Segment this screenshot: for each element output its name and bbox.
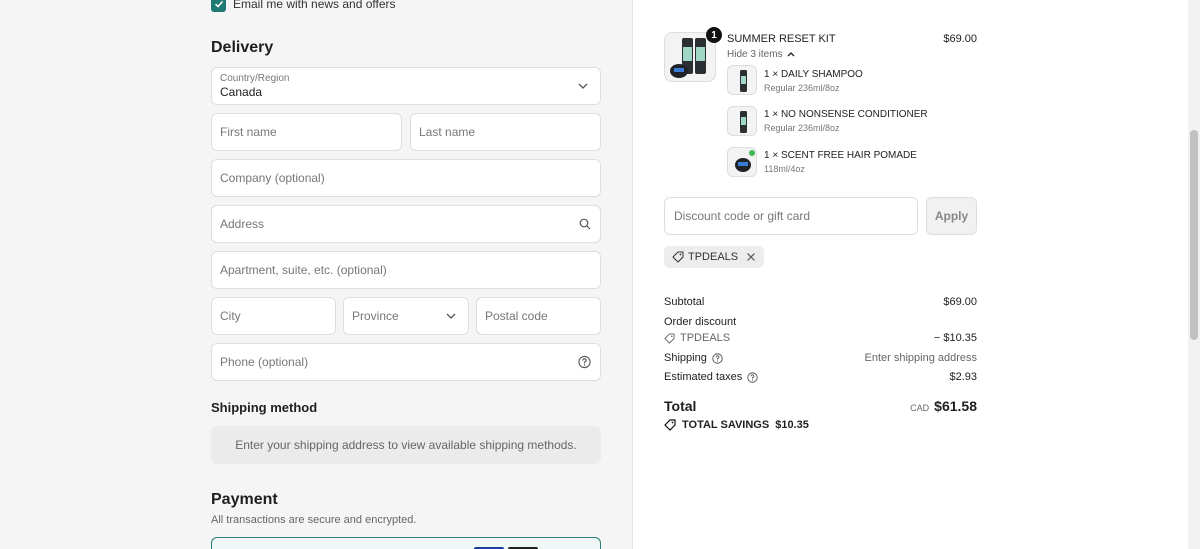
conditioner-bottle-icon — [740, 111, 747, 133]
discount-code-label: TPDEALS — [680, 332, 731, 344]
help-circle-icon[interactable] — [578, 355, 591, 369]
delivery-title: Delivery — [211, 39, 274, 56]
pomade-jar-icon — [735, 150, 755, 172]
item-title: 1 × DAILY SHAMPOO — [764, 69, 863, 80]
product-image: 1 — [664, 27, 722, 82]
item-title: 1 × SCENT FREE HAIR POMADE — [764, 150, 917, 161]
tag-icon — [672, 251, 684, 263]
item-variant: Regular 236ml/8oz — [764, 83, 840, 93]
shipping-method-title: Shipping method — [211, 400, 318, 415]
applied-discount-tag: TPDEALS — [664, 246, 765, 268]
address-input[interactable] — [220, 217, 592, 231]
chevron-down-icon — [578, 83, 588, 89]
country-value: Canada — [220, 85, 263, 99]
subtotal-label: Subtotal — [664, 296, 705, 308]
scrollbar[interactable] — [1188, 0, 1200, 549]
province-select[interactable]: Province — [343, 297, 469, 335]
tag-icon — [664, 419, 676, 431]
checkout-form-pane: Email me with news and offers Delivery C… — [0, 0, 633, 549]
discount-code-row: TPDEALS — [664, 332, 730, 344]
order-discount-label: Order discount — [664, 316, 737, 328]
scrollbar-thumb[interactable] — [1190, 130, 1198, 340]
total-value: $61.58 — [934, 398, 977, 414]
shampoo-bottle-icon — [740, 70, 747, 92]
shipping-row: Shipping — [664, 352, 723, 364]
savings-value: $10.35 — [775, 419, 809, 431]
total-label: Total — [664, 398, 697, 414]
item-title: 1 × NO NONSENSE CONDITIONER — [764, 109, 928, 120]
discount-code-input[interactable] — [674, 209, 908, 223]
newsletter-row[interactable]: Email me with news and offers — [211, 0, 396, 14]
pomade-image — [727, 147, 757, 177]
savings-label: TOTAL SAVINGS — [682, 419, 770, 431]
first-name-field[interactable] — [211, 113, 402, 151]
hide-items-label: Hide 3 items — [727, 49, 783, 60]
item-variant: 118ml/4oz — [764, 164, 805, 174]
country-label: Country/Region — [220, 73, 290, 84]
chevron-up-icon — [787, 52, 795, 57]
last-name-input[interactable] — [419, 125, 592, 139]
address-field[interactable] — [211, 205, 601, 243]
discount-code-field[interactable] — [664, 197, 918, 235]
phone-input[interactable] — [220, 355, 592, 369]
help-circle-icon[interactable] — [747, 371, 758, 383]
company-input[interactable] — [220, 171, 592, 185]
shipping-method-message: Enter your shipping address to view avai… — [211, 426, 601, 464]
city-input[interactable] — [220, 309, 327, 323]
search-icon — [579, 218, 591, 230]
product-price: $69.00 — [943, 33, 977, 45]
country-select[interactable]: Country/Region Canada — [211, 67, 601, 105]
help-circle-icon[interactable] — [712, 352, 723, 364]
phone-field[interactable] — [211, 343, 601, 381]
postal-code-input[interactable] — [485, 309, 592, 323]
remove-discount-icon[interactable] — [746, 252, 756, 262]
newsletter-checkbox[interactable] — [211, 0, 226, 12]
product-name: SUMMER RESET KIT — [727, 33, 836, 45]
taxes-row: Estimated taxes — [664, 371, 758, 383]
tag-icon — [664, 332, 675, 344]
item-variant: Regular 236ml/8oz — [764, 123, 840, 133]
first-name-input[interactable] — [220, 125, 393, 139]
apartment-input[interactable] — [220, 263, 592, 277]
apartment-field[interactable] — [211, 251, 601, 289]
total-row-value: CAD $61.58 — [860, 398, 977, 414]
city-field[interactable] — [211, 297, 336, 335]
payment-title: Payment — [211, 491, 278, 508]
hide-items-toggle[interactable]: Hide 3 items — [727, 49, 795, 60]
postal-code-field[interactable] — [476, 297, 601, 335]
conditioner-image — [727, 106, 757, 136]
order-summary-pane — [633, 0, 1200, 549]
newsletter-label: Email me with news and offers — [233, 0, 396, 11]
credit-card-option[interactable] — [211, 537, 601, 549]
company-field[interactable] — [211, 159, 601, 197]
discount-value: − $10.35 — [933, 332, 977, 344]
apply-discount-button[interactable]: Apply — [926, 197, 977, 235]
shipping-label: Shipping — [664, 352, 707, 364]
taxes-value: $2.93 — [949, 371, 977, 383]
total-currency: CAD — [910, 403, 930, 413]
payment-subtitle: All transactions are secure and encrypte… — [211, 514, 417, 526]
total-savings: TOTAL SAVINGS $10.35 — [664, 419, 809, 431]
quantity-badge: 1 — [706, 27, 722, 43]
province-placeholder: Province — [352, 309, 399, 323]
check-icon — [214, 0, 223, 8]
shampoo-image — [727, 65, 757, 95]
chevron-down-icon — [446, 313, 456, 319]
shipping-value: Enter shipping address — [864, 352, 977, 364]
applied-discount-code: TPDEALS — [688, 251, 739, 263]
taxes-label: Estimated taxes — [664, 371, 743, 383]
subtotal-value: $69.00 — [943, 296, 977, 308]
last-name-field[interactable] — [410, 113, 601, 151]
